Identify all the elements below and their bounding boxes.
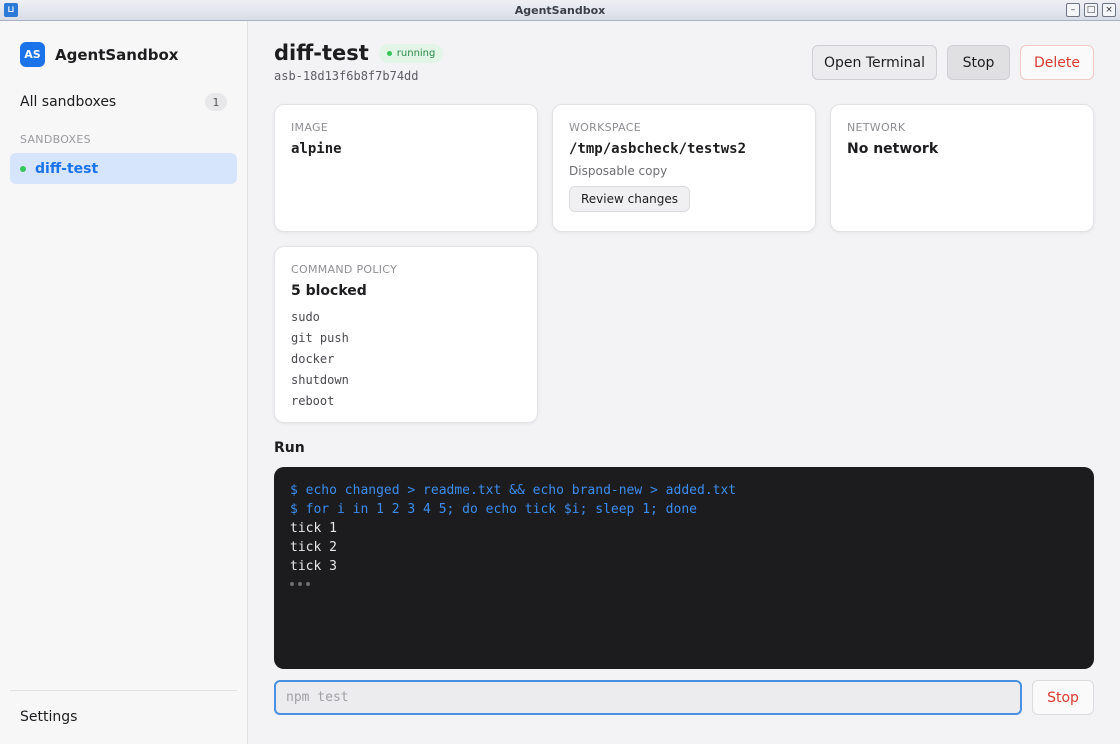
card-label: NETWORK [847, 121, 906, 134]
terminal-output-line: tick 1 [290, 521, 337, 536]
close-icon[interactable]: × [1102, 3, 1116, 17]
terminal-output-line: tick 2 [290, 540, 337, 555]
brand-logo: AS [20, 42, 45, 67]
image-value: alpine [291, 141, 342, 157]
workspace-mode: Disposable copy [569, 164, 668, 178]
minimize-icon[interactable]: – [1066, 3, 1080, 17]
sidebar-item-diff-test[interactable]: diff-test [10, 153, 237, 184]
status-badge: running [378, 43, 444, 63]
page-title: diff-test [274, 41, 369, 65]
main-panel: diff-test running asb-18d13f6b8f7b74dd O… [248, 21, 1120, 744]
blocked-command: sudo [291, 310, 320, 324]
sidebar-item-label: All sandboxes [20, 94, 117, 110]
section-label: SANDBOXES [20, 133, 91, 146]
divider [10, 690, 237, 691]
sidebar-item-label: diff-test [35, 160, 99, 177]
count-badge: 1 [205, 93, 227, 111]
card-label: COMMAND POLICY [291, 263, 398, 276]
blocked-count: 5 blocked [291, 283, 367, 299]
sidebar-item-all-sandboxes[interactable]: All sandboxes 1 [10, 91, 237, 113]
loading-dots-icon [290, 582, 1078, 586]
command-policy-card: COMMAND POLICY 5 blocked sudo git push d… [274, 246, 538, 423]
brand: AS AgentSandbox [20, 42, 178, 67]
maximize-icon[interactable]: □ [1084, 3, 1098, 17]
workspace-card: WORKSPACE /tmp/asbcheck/testws2 Disposab… [552, 104, 816, 232]
blocked-command: reboot [291, 394, 335, 408]
network-card: NETWORK No network [830, 104, 1094, 232]
blocked-command: shutdown [291, 373, 349, 387]
review-changes-button[interactable]: Review changes [569, 186, 691, 212]
terminal-command-line: $ echo changed > readme.txt && echo bran… [290, 483, 737, 498]
window-titlebar: ⊔ AgentSandbox – □ × [0, 0, 1120, 21]
blocked-command: docker [291, 352, 335, 366]
image-card: IMAGE alpine [274, 104, 538, 232]
card-label: IMAGE [291, 121, 329, 134]
open-terminal-button[interactable]: Open Terminal [812, 45, 937, 80]
running-status-icon [386, 50, 392, 56]
status-badge-label: running [396, 47, 436, 59]
brand-name: AgentSandbox [55, 45, 179, 64]
command-input[interactable] [274, 680, 1022, 715]
sandbox-id: asb-18d13f6b8f7b74dd [274, 69, 419, 83]
delete-sandbox-button[interactable]: Delete [1020, 45, 1094, 80]
run-heading: Run [274, 440, 305, 456]
workspace-path: /tmp/asbcheck/testws2 [569, 141, 747, 157]
window-title: AgentSandbox [514, 3, 606, 17]
terminal-output[interactable]: $ echo changed > readme.txt && echo bran… [274, 467, 1094, 669]
sidebar: AS AgentSandbox All sandboxes 1 SANDBOXE… [0, 21, 248, 744]
blocked-command: git push [291, 331, 349, 345]
terminal-output-line: tick 3 [290, 559, 337, 574]
blocked-commands-list: sudo git push docker shutdown reboot [291, 307, 521, 412]
terminal-command-line: $ for i in 1 2 3 4 5; do echo tick $i; s… [290, 502, 697, 517]
stop-sandbox-button[interactable]: Stop [947, 45, 1010, 80]
network-value: No network [847, 141, 939, 157]
app-icon: ⊔ [4, 3, 18, 17]
stop-run-button[interactable]: Stop [1032, 680, 1094, 715]
card-label: WORKSPACE [569, 121, 641, 134]
settings-link[interactable]: Settings [20, 709, 77, 725]
page-header: diff-test running [274, 41, 444, 65]
window-controls: – □ × [1066, 3, 1116, 17]
running-status-icon [20, 165, 26, 172]
